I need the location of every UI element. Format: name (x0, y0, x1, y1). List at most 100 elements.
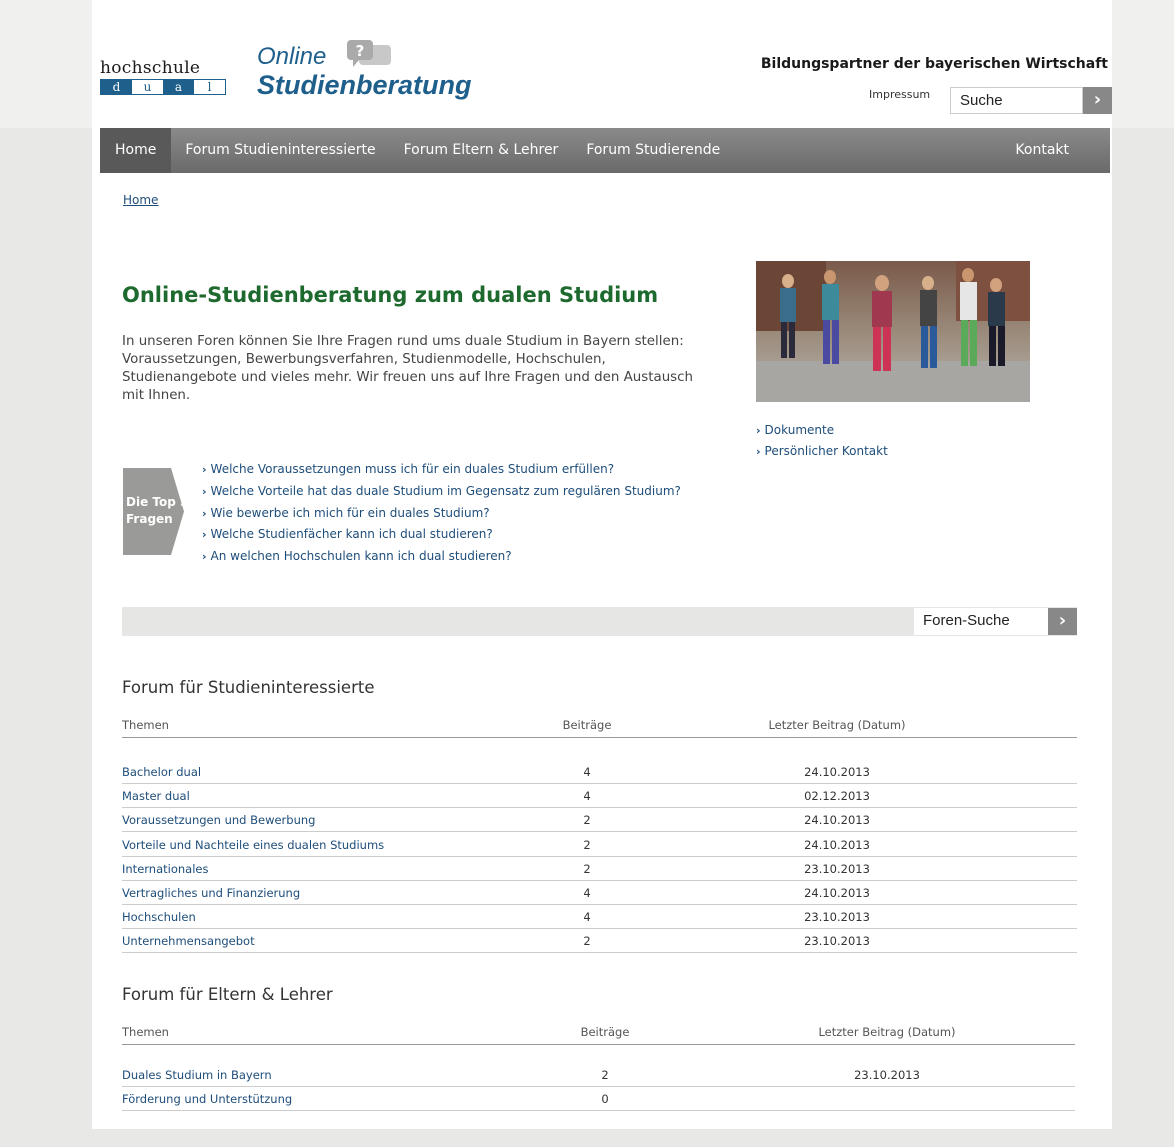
table-row[interactable]: Hochschulen 4 23.10.2013 (122, 905, 1077, 930)
top5-question-list: › Welche Voraussetzungen muss ich für ein… (202, 459, 681, 568)
last-post-date (812, 1087, 962, 1110)
chevron-right-icon: › (202, 550, 207, 564)
top5-question[interactable]: › An welchen Hochschulen kann ich dual st… (202, 546, 681, 568)
search-submit-button[interactable]: › (1083, 87, 1112, 114)
table-row[interactable]: Voraussetzungen und Bewerbung 2 24.10.2013 (122, 808, 1077, 833)
brand-line-2: Studienberatung (257, 70, 472, 100)
nav-item-kontakt[interactable]: Kontakt (1001, 128, 1110, 173)
topic-link[interactable]: Voraussetzungen und Bewerbung (122, 808, 562, 831)
post-count: 2 (583, 813, 591, 828)
forum-search-input[interactable]: Foren-Suche (914, 608, 1048, 635)
top5-question[interactable]: › Welche Studienfächer kann ich dual stud… (202, 524, 681, 546)
post-count: 2 (583, 861, 591, 876)
nav-item-forum-studierende[interactable]: Forum Studierende (572, 128, 734, 173)
brand-line-1: Online (257, 43, 327, 70)
last-post-date: 02.12.2013 (804, 789, 870, 804)
last-post-date: 23.10.2013 (804, 934, 870, 949)
last-post-date: 24.10.2013 (804, 765, 870, 779)
online-studienberatung-brand[interactable]: Online Studienberatung (257, 43, 472, 101)
post-count: 0 (601, 1092, 609, 1107)
table-row[interactable]: Internationales 2 23.10.2013 (122, 857, 1077, 881)
logo-letter: u (132, 80, 163, 94)
forum-title: Forum für Eltern & Lehrer (122, 985, 333, 1004)
search-input[interactable]: Suche (950, 87, 1083, 114)
header-beitraege: Beiträge (562, 718, 612, 732)
topic-link[interactable]: Hochschulen (122, 905, 562, 928)
header-themen: Themen (122, 1025, 169, 1039)
post-count: 4 (583, 886, 591, 900)
logo-letter: l (194, 80, 225, 94)
top5-label-line2: Fragen (126, 512, 173, 526)
question-label: Welche Vorteile hat das duale Studium im… (210, 483, 681, 498)
topic-link[interactable]: Unternehmensangebot (122, 929, 562, 952)
topic-link[interactable]: Duales Studium in Bayern (122, 1063, 580, 1086)
forum-title: Forum für Studieninteressierte (122, 678, 375, 697)
nav-item-forum-eltern-lehrer[interactable]: Forum Eltern & Lehrer (390, 128, 573, 173)
table-row[interactable]: Master dual 4 02.12.2013 (122, 784, 1077, 809)
chevron-right-icon: › (756, 424, 761, 437)
topic-link[interactable]: Vorteile und Nachteile eines dualen Stud… (122, 833, 562, 856)
table-row[interactable]: Vertragliches und Finanzierung 4 24.10.201… (122, 881, 1077, 905)
persoenlicher-kontakt-link[interactable]: › Persönlicher Kontakt (756, 441, 888, 462)
header-beitraege: Beiträge (580, 1025, 630, 1039)
nav-item-forum-studieninteressierte[interactable]: Forum Studieninteressierte (171, 128, 389, 173)
top5-question[interactable]: › Wie bewerbe ich mich für ein duales Stu… (202, 503, 681, 525)
side-link-label: Persönlicher Kontakt (764, 444, 888, 458)
main-nav: Home Forum Studieninteressierte Forum El… (100, 128, 1110, 173)
post-count: 2 (583, 934, 591, 949)
chevron-right-icon: › (202, 506, 207, 520)
question-label: Welche Studienfächer kann ich dual studi… (210, 527, 493, 542)
table-row[interactable]: Förderung und Unterstützung 0 (122, 1087, 1075, 1112)
intro-text: In unseren Foren können Sie Ihre Fragen … (122, 334, 694, 403)
top5-label-line1: Die Top 5 (126, 495, 189, 509)
post-count: 4 (583, 910, 591, 925)
post-count: 2 (583, 837, 591, 852)
top5-question[interactable]: › Welche Vorteile hat das duale Studium i… (202, 481, 681, 503)
nav-item-home[interactable]: Home (100, 128, 172, 173)
post-count: 4 (583, 789, 591, 804)
post-count: 4 (583, 765, 591, 779)
table-row[interactable]: Unternehmensangebot 2 23.10.2013 (122, 929, 1077, 954)
header-letzter-beitrag: Letzter Beitrag (Datum) (818, 1025, 956, 1039)
top5-label: Die Top 5 Fragen (126, 494, 188, 528)
table-row[interactable]: Duales Studium in Bayern 2 23.10.2013 (122, 1063, 1075, 1087)
topic-link[interactable]: Vertragliches und Finanzierung (122, 881, 562, 904)
topic-link[interactable]: Internationales (122, 857, 562, 880)
top5-question[interactable]: › Welche Voraussetzungen muss ich für ein… (202, 459, 681, 481)
topic-link[interactable]: Förderung und Unterstützung (122, 1087, 580, 1110)
logo-letter: d (101, 80, 132, 94)
header-letzter-beitrag: Letzter Beitrag (Datum) (768, 718, 906, 732)
last-post-date: 23.10.2013 (854, 1068, 920, 1082)
students-photo (756, 261, 1030, 402)
tagline: Bildungspartner der bayerischen Wirtscha… (760, 56, 1108, 72)
forum-search-button[interactable]: › (1048, 608, 1077, 635)
question-label: An welchen Hochschulen kann ich dual stu… (210, 549, 512, 564)
dokumente-link[interactable]: › Dokumente (756, 420, 888, 441)
last-post-date: 24.10.2013 (804, 886, 870, 900)
page-title: Online-Studienberatung zum dualen Studiu… (122, 283, 659, 307)
chevron-right-icon: › (202, 463, 207, 476)
forum-table-header: Themen Beiträge Letzter Beitrag (Datum) (122, 718, 1077, 738)
question-label: Welche Voraussetzungen muss ich für ein … (210, 462, 615, 476)
topic-link[interactable]: Master dual (122, 784, 562, 807)
topic-link[interactable]: Bachelor dual (122, 760, 562, 783)
logo-letter: a (163, 80, 194, 94)
last-post-date: 23.10.2013 (804, 861, 870, 876)
table-row[interactable]: Bachelor dual 4 24.10.2013 (122, 760, 1077, 784)
last-post-date: 24.10.2013 (804, 813, 870, 828)
table-row[interactable]: Vorteile und Nachteile eines dualen Stud… (122, 833, 1077, 857)
impressum-link[interactable]: Impressum (869, 88, 930, 101)
last-post-date: 24.10.2013 (804, 837, 870, 852)
post-count: 2 (601, 1068, 609, 1082)
chevron-right-icon: › (202, 484, 207, 498)
last-post-date: 23.10.2013 (804, 910, 870, 925)
header-themen: Themen (122, 718, 169, 732)
hochschule-dual-logo[interactable]: hochschule d u a l (100, 58, 226, 95)
side-links: › Dokumente › Persönlicher Kontakt (756, 420, 888, 462)
question-label: Wie bewerbe ich mich für ein duales Stud… (210, 505, 490, 520)
side-link-label: Dokumente (764, 423, 835, 437)
logo-text: hochschule (100, 58, 201, 78)
logo-bar: d u a l (100, 79, 226, 95)
breadcrumb-home[interactable]: Home (123, 193, 158, 207)
chevron-right-icon: › (202, 528, 207, 542)
